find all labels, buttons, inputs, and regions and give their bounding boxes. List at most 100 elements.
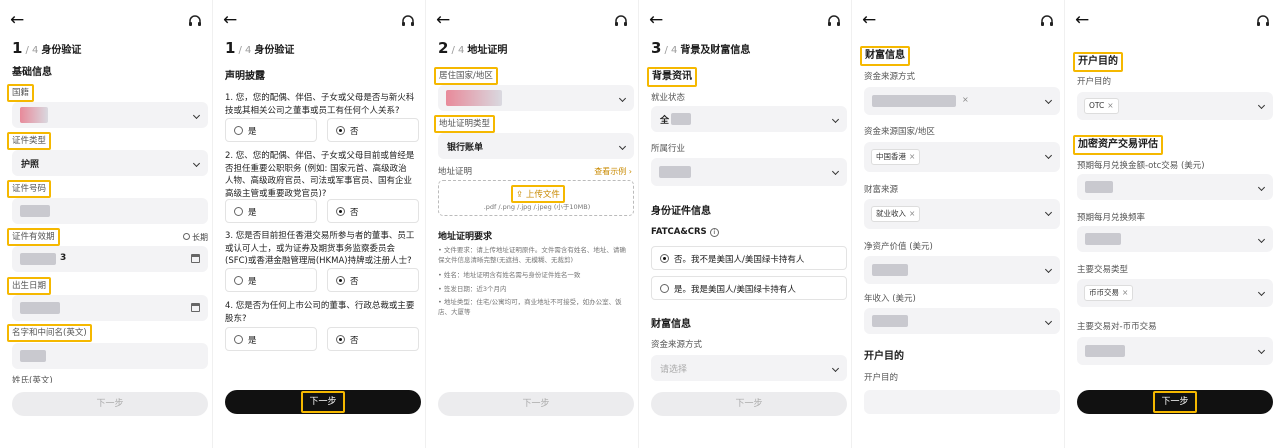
back-arrow-icon[interactable]: ← — [1075, 10, 1089, 30]
purpose-select[interactable] — [864, 390, 1060, 414]
fatca-label: FATCA&CRS i — [651, 227, 719, 237]
nationality-select[interactable] — [12, 102, 208, 128]
long-term-checkbox[interactable]: 长期 — [183, 232, 208, 243]
next-button[interactable]: 下一步 — [12, 392, 208, 416]
step-indicator: 3/ 4 背景及财富信息 — [651, 39, 751, 57]
funds-source-select[interactable]: × — [864, 87, 1060, 115]
view-example-link[interactable]: 查看示例 › — [594, 166, 632, 177]
trade-pair-select[interactable] — [1077, 337, 1273, 365]
section-purpose: 开户目的 — [1073, 52, 1123, 72]
remove-tag-icon[interactable]: × — [962, 95, 969, 104]
industry-select[interactable] — [651, 158, 847, 186]
upload-area[interactable]: ⇪ 上传文件 .pdf /.png /.jpg /.jpeg (小于10MB) — [438, 180, 634, 216]
wealth-source-label: 财富来源 — [864, 185, 899, 195]
section-wealth: 财富信息 — [860, 46, 910, 66]
funds-source-select[interactable]: 请选择 — [651, 355, 847, 381]
headset-icon[interactable] — [401, 14, 415, 28]
expiry-label: 证件有效期 — [7, 228, 60, 246]
step-indicator: 2/ 4 地址证明 — [438, 39, 508, 57]
calendar-icon[interactable] — [191, 303, 200, 312]
employment-select[interactable]: 全 — [651, 106, 847, 132]
next-button-label: 下一步 — [1153, 391, 1197, 413]
upload-button[interactable]: ⇪ 上传文件 — [511, 185, 565, 203]
first-name-input[interactable] — [12, 343, 208, 369]
question-4: 4. 您是否为任何上市公司的董事、行政总裁或主要股东? — [225, 301, 415, 324]
id-number-input[interactable] — [12, 198, 208, 224]
info-icon[interactable]: i — [709, 228, 719, 237]
back-arrow-icon[interactable]: ← — [10, 10, 24, 30]
wealth-tag[interactable]: 就业收入 × — [871, 206, 921, 222]
upload-icon: ⇪ — [516, 190, 524, 200]
trade-type-label: 主要交易类型 — [1077, 265, 1129, 275]
proof-type-select[interactable]: 银行账单 — [438, 133, 634, 159]
monthly-amount-label: 预期每月兑换金额-otc交易 (美元) — [1077, 161, 1205, 171]
last-name-label: 姓氏(英文) — [12, 376, 53, 383]
q3-no-option[interactable]: 否 — [327, 268, 419, 292]
back-arrow-icon[interactable]: ← — [436, 10, 450, 30]
panel-purpose-assessment: ← 开户目的 开户目的 OTC × 加密资产交易评估 预期每月兑换金额-otc交易… — [1065, 0, 1280, 448]
requirements-title: 地址证明要求 — [438, 232, 493, 242]
step-indicator: 1/ 4 身份验证 — [225, 39, 295, 57]
back-arrow-icon[interactable]: ← — [649, 10, 663, 30]
trade-type-select[interactable]: 币币交易 × — [1077, 279, 1273, 307]
trade-type-tag[interactable]: 币币交易 × — [1084, 285, 1134, 301]
industry-label: 所属行业 — [651, 144, 686, 154]
expiry-date-input[interactable]: 3 — [12, 246, 208, 272]
purpose-tag[interactable]: OTC × — [1084, 98, 1119, 114]
q1-no-option[interactable]: 否 — [327, 118, 419, 142]
fatca-no-option[interactable]: 否。我不是美国人/美国绿卡持有人 — [651, 246, 847, 270]
back-arrow-icon[interactable]: ← — [862, 10, 876, 30]
purpose-select[interactable]: OTC × — [1077, 92, 1273, 120]
residence-label: 居住国家/地区 — [434, 67, 498, 85]
requirement-3: • 签发日期：近3个月内 — [438, 285, 507, 293]
funds-region-label: 资金来源国家/地区 — [864, 127, 935, 137]
headset-icon[interactable] — [188, 14, 202, 28]
wealth-source-select[interactable]: 就业收入 × — [864, 199, 1060, 229]
income-select[interactable] — [864, 308, 1060, 334]
q1-yes-option[interactable]: 是 — [225, 118, 317, 142]
panel-identity-basic: ← 1/ 4 身份验证 基础信息 国籍 证件类型 护照 证件号码 证件有效期 长期… — [0, 0, 212, 448]
section-purpose: 开户目的 — [864, 351, 904, 362]
income-label: 年收入 (美元) — [864, 294, 916, 304]
headset-icon[interactable] — [827, 14, 841, 28]
question-2: 2. 您、您的配偶、伴侣、子女或父母目前或曾经是否担任重要公职职务 (例如: 国… — [225, 151, 415, 199]
region-tag[interactable]: 中国香港 × — [871, 149, 921, 165]
back-arrow-icon[interactable]: ← — [223, 10, 237, 30]
remove-tag-icon: × — [1107, 101, 1114, 110]
monthly-amount-select[interactable] — [1077, 174, 1273, 200]
panel-declaration: ← 1/ 4 身份验证 声明披露 1. 您，您的配偶、伴侣、子女或父母是否与新火科… — [213, 0, 425, 448]
q4-no-option[interactable]: 否 — [327, 327, 419, 351]
next-button-label: 下一步 — [301, 391, 345, 413]
q4-yes-option[interactable]: 是 — [225, 327, 317, 351]
next-button[interactable]: 下一步 — [1077, 390, 1273, 414]
panel-background-wealth: ← 3/ 4 背景及财富信息 背景资讯 就业状态 全 所属行业 身份证件信息 FA… — [639, 0, 851, 448]
id-number-label: 证件号码 — [7, 180, 52, 198]
remove-tag-icon: × — [1122, 288, 1129, 297]
section-title: 基础信息 — [12, 67, 52, 78]
net-worth-select[interactable] — [864, 256, 1060, 284]
section-id-info: 身份证件信息 — [651, 206, 711, 217]
requirement-1: • 文件要求：请上传地址证明原件。文件需含有姓名、地址、请确保文件信息清晰完整(… — [438, 246, 626, 264]
next-button[interactable]: 下一步 — [651, 392, 847, 416]
next-button[interactable]: 下一步 — [438, 392, 634, 416]
proof-type-label: 地址证明类型 — [434, 115, 496, 133]
dob-label: 出生日期 — [7, 277, 52, 295]
monthly-frequency-select[interactable] — [1077, 226, 1273, 252]
q2-yes-option[interactable]: 是 — [225, 199, 317, 223]
headset-icon[interactable] — [1040, 14, 1054, 28]
section-wealth: 财富信息 — [651, 319, 691, 330]
id-type-select[interactable]: 护照 — [12, 150, 208, 176]
fatca-yes-option[interactable]: 是。我是美国人/美国绿卡持有人 — [651, 276, 847, 300]
dob-input[interactable] — [12, 295, 208, 321]
calendar-icon[interactable] — [191, 254, 200, 263]
requirement-4: • 地址类型：住宅/公寓均可，商业地址不可接受，如办公室、饭店、大厦等 — [438, 298, 622, 316]
headset-icon[interactable] — [614, 14, 628, 28]
q3-yes-option[interactable]: 是 — [225, 268, 317, 292]
headset-icon[interactable] — [1256, 14, 1270, 28]
residence-select[interactable] — [438, 85, 634, 111]
next-button[interactable]: 下一步 — [225, 390, 421, 414]
q2-no-option[interactable]: 否 — [327, 199, 419, 223]
question-3: 3. 您是否目前担任香港交易所参与者的董事、员工或认可人士，或为证券及期货事务监… — [225, 231, 415, 266]
section-title: 声明披露 — [225, 71, 265, 82]
funds-region-select[interactable]: 中国香港 × — [864, 142, 1060, 172]
